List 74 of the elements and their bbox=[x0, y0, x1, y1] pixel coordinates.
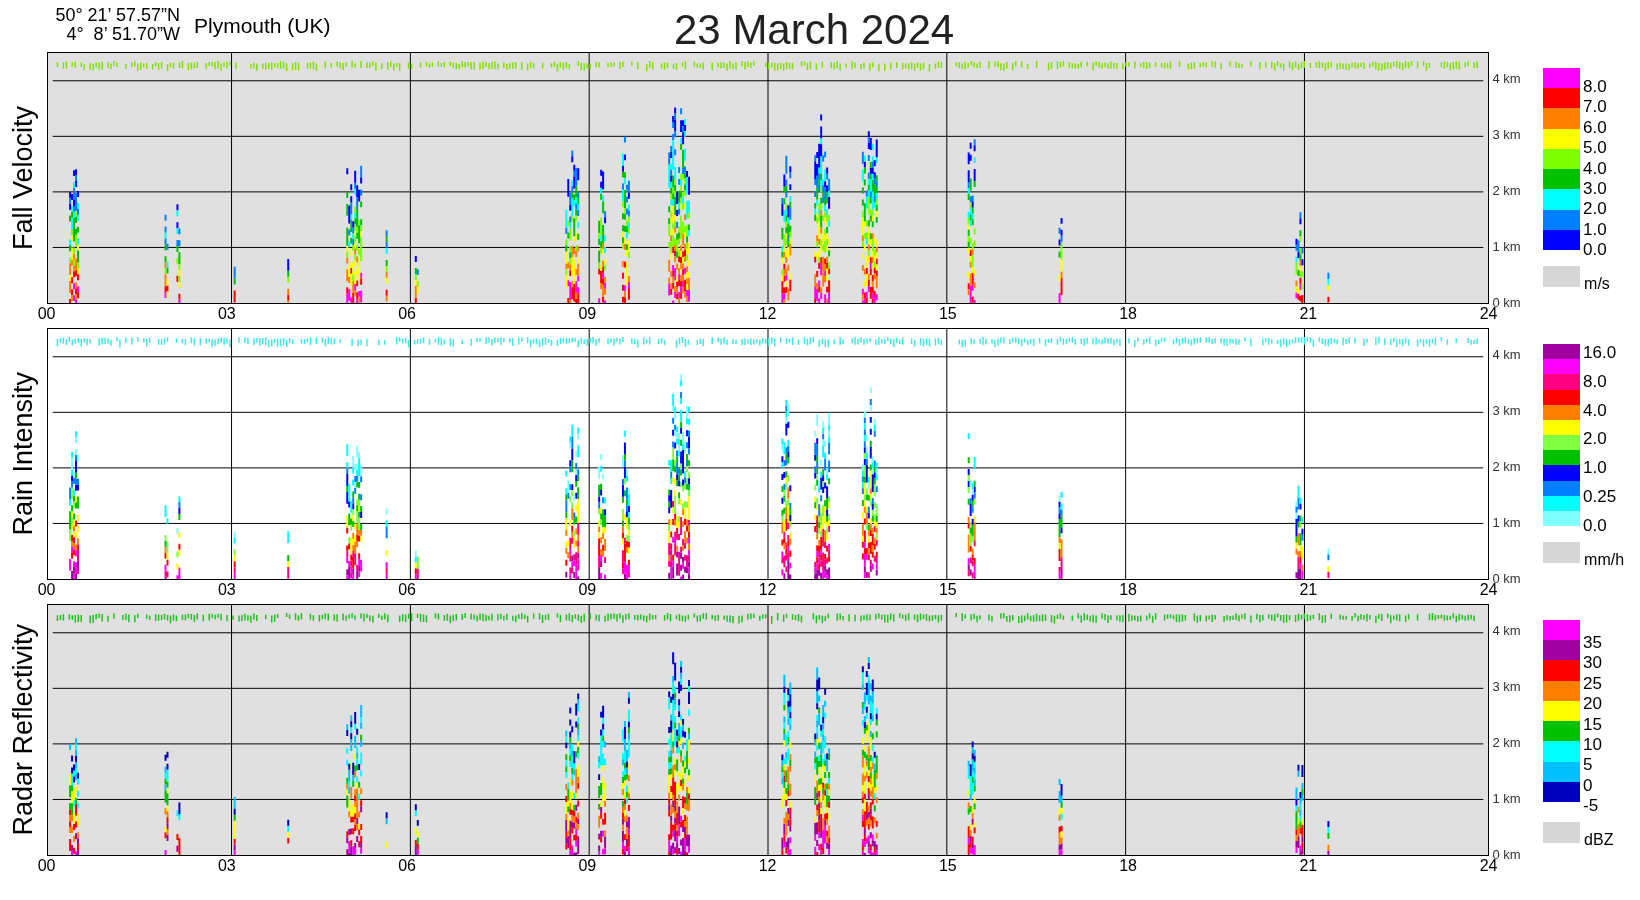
time-tick-label: 18 bbox=[1118, 304, 1138, 323]
time-tick-label: 21 bbox=[1298, 856, 1319, 875]
scale-label: 35 bbox=[1583, 634, 1602, 651]
scale-label: 30 bbox=[1583, 654, 1602, 672]
unit-label: m/s bbox=[1584, 275, 1610, 293]
time-tick-label: 15 bbox=[937, 856, 958, 875]
scale-label: 0.0 bbox=[1583, 241, 1607, 258]
time-tick-label: 00 bbox=[36, 856, 57, 875]
scale-label: 0.25 bbox=[1583, 488, 1617, 506]
time-tick-label: 15 bbox=[937, 580, 958, 599]
time-tick-label: 03 bbox=[216, 580, 237, 599]
height-tick-label: 4 km bbox=[1492, 348, 1522, 362]
time-tick-label: 18 bbox=[1118, 856, 1138, 875]
height-tick-label: 2 km bbox=[1492, 460, 1522, 474]
time-tick-label: 03 bbox=[216, 856, 237, 875]
scale-label: 7.0 bbox=[1583, 98, 1607, 116]
longitude-text: 4° 8’ 51.70”W bbox=[65, 25, 180, 44]
time-tick-label: 12 bbox=[757, 304, 778, 323]
scale-label: -5 bbox=[1583, 797, 1600, 814]
axis-title: Radar Reflectivity bbox=[7, 624, 39, 836]
time-tick-label: 06 bbox=[397, 580, 417, 599]
scale-label: 0.0 bbox=[1583, 516, 1608, 534]
time-tick-label: 03 bbox=[216, 304, 237, 323]
time-tick-label: 21 bbox=[1298, 304, 1319, 323]
scale-label: 3.0 bbox=[1583, 179, 1607, 197]
scale-label: 1.0 bbox=[1583, 220, 1607, 238]
height-tick-label: 3 km bbox=[1492, 128, 1522, 142]
scale-label: 2.0 bbox=[1583, 430, 1608, 448]
scale-label: 1.0 bbox=[1583, 459, 1608, 477]
time-tick-label: 00 bbox=[36, 580, 57, 599]
height-tick-label: 3 km bbox=[1492, 680, 1522, 694]
height-tick-label: 1 km bbox=[1492, 792, 1522, 806]
scale-label: 15 bbox=[1583, 715, 1602, 733]
chart-title: 23 March 2024 bbox=[674, 5, 955, 54]
no-data-swatch bbox=[1543, 266, 1581, 287]
scale-label: 4.0 bbox=[1583, 401, 1608, 419]
axis-title: Rain Intensity bbox=[7, 372, 39, 536]
scale-label: 8.0 bbox=[1583, 78, 1607, 95]
time-tick-label: 00 bbox=[36, 304, 57, 323]
scale-label: 20 bbox=[1583, 695, 1602, 713]
height-tick-label: 4 km bbox=[1492, 72, 1522, 86]
height-tick-label: 1 km bbox=[1492, 240, 1522, 254]
axis-title: Fall Velocity bbox=[7, 105, 39, 251]
no-data-swatch bbox=[1543, 542, 1581, 563]
unit-label: mm/h bbox=[1584, 551, 1625, 569]
time-tick-label: 12 bbox=[757, 580, 778, 599]
time-tick-label: 09 bbox=[577, 856, 598, 875]
latitude-text: 50° 21’ 57.57”N bbox=[54, 6, 180, 25]
scale-label: 2.0 bbox=[1583, 200, 1607, 218]
scale-label: 25 bbox=[1583, 674, 1602, 692]
location-text: Plymouth (UK) bbox=[193, 13, 332, 38]
unit-label: dBZ bbox=[1584, 831, 1614, 849]
scale-label: 0 bbox=[1583, 776, 1594, 794]
scale-label: 10 bbox=[1583, 735, 1602, 753]
scale-label: 16.0 bbox=[1583, 344, 1617, 361]
scale-label: 6.0 bbox=[1583, 118, 1607, 136]
no-data-swatch bbox=[1543, 822, 1581, 843]
time-tick-label: 18 bbox=[1118, 580, 1138, 599]
height-tick-label: 2 km bbox=[1492, 184, 1522, 198]
height-tick-label: 4 km bbox=[1492, 624, 1522, 638]
height-tick-label: 3 km bbox=[1492, 404, 1522, 418]
height-tick-label: 2 km bbox=[1492, 736, 1522, 750]
scale-label: 5 bbox=[1583, 756, 1594, 774]
time-tick-label: 12 bbox=[757, 856, 778, 875]
time-tick-label: 09 bbox=[577, 580, 598, 599]
scale-label: 8.0 bbox=[1583, 372, 1608, 390]
time-tick-label: 06 bbox=[397, 304, 417, 323]
time-tick-label: 06 bbox=[397, 856, 417, 875]
time-tick-label: 15 bbox=[937, 304, 958, 323]
scale-label: 4.0 bbox=[1583, 159, 1607, 177]
height-tick-label: 1 km bbox=[1492, 516, 1522, 530]
time-tick-label: 21 bbox=[1298, 580, 1319, 599]
time-tick-label: 09 bbox=[577, 304, 598, 323]
scale-label: 5.0 bbox=[1583, 139, 1607, 157]
